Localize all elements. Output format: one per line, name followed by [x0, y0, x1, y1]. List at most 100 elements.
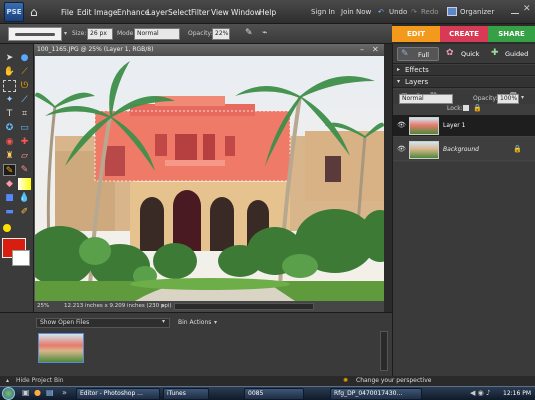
shape-tool-icon[interactable]: ■	[3, 192, 16, 204]
join-now-link[interactable]: Join Now	[341, 8, 371, 16]
edit-mode-guided-button[interactable]: ✚ Guided	[489, 47, 533, 61]
lock-all-icon[interactable]: 🔒	[473, 104, 482, 112]
explorer-icon[interactable]: ▤	[46, 388, 54, 397]
zoom-level[interactable]: 25%	[37, 301, 49, 312]
organizer-button[interactable]: Organizer	[460, 8, 494, 16]
doc-close-icon[interactable]: ✕	[372, 45, 379, 54]
paint-bucket-tool-icon[interactable]: ◆	[3, 178, 16, 190]
bin-actions-menu[interactable]: Bin Actions	[178, 319, 211, 326]
blur-tool-icon[interactable]: 💧	[18, 192, 31, 204]
red-eye-tool-icon[interactable]: ◉	[3, 136, 16, 148]
status-hint: Change your perspective	[356, 377, 432, 384]
start-button[interactable]	[2, 387, 15, 400]
background-color-swatch[interactable]	[12, 250, 30, 266]
taskbar-chevron-icon[interactable]: »	[62, 388, 67, 397]
lock-transparency-icon[interactable]	[463, 105, 469, 111]
brush-preset-picker[interactable]	[8, 27, 62, 41]
menu-image[interactable]: Image	[94, 8, 118, 17]
bin-source-dropdown-icon[interactable]: ▾	[162, 318, 165, 325]
tab-share[interactable]: SHARE	[488, 26, 535, 42]
crop-tool-icon[interactable]: ⌗	[18, 108, 31, 120]
sign-in-link[interactable]: Sign In	[311, 8, 335, 16]
eyedropper-tool-icon[interactable]: ⟋	[18, 66, 31, 78]
taskbar-item-document[interactable]: Rfg_DP_0470017430...	[330, 388, 422, 400]
straighten-tool-icon[interactable]: ▭	[18, 122, 31, 134]
menu-file[interactable]: File	[61, 8, 74, 17]
doc-minimize-icon[interactable]: –	[360, 45, 364, 54]
marquee-tool-icon[interactable]	[3, 80, 16, 92]
sponge-tool-icon[interactable]: ▬	[3, 206, 16, 218]
firefox-icon[interactable]: ●	[34, 388, 41, 397]
selection-brush-tool-icon[interactable]: ⟋	[18, 94, 31, 106]
effects-panel-header[interactable]: ▸ Effects	[393, 65, 535, 76]
mode-select[interactable]: Normal	[134, 28, 180, 40]
menu-help[interactable]: Help	[259, 8, 276, 17]
image-canvas[interactable]	[35, 56, 384, 301]
layer-name[interactable]: Background	[443, 146, 479, 153]
close-icon[interactable]: ✕	[523, 4, 531, 14]
bin-source-select[interactable]: Show Open Files	[36, 318, 170, 328]
taskbar-item-folder[interactable]: 0085	[244, 388, 304, 400]
organizer-icon[interactable]	[447, 7, 457, 16]
bin-thumbnail[interactable]	[38, 333, 84, 363]
lasso-tool-icon[interactable]: ᘎ	[18, 80, 31, 92]
eraser-tool-icon[interactable]: ▱	[18, 150, 31, 162]
magic-wand-tool-icon[interactable]: ✦	[3, 94, 16, 106]
menu-edit[interactable]: Edit	[77, 8, 92, 17]
layer-opacity-field[interactable]: 100%	[497, 94, 519, 104]
undo-button[interactable]: Undo	[389, 8, 407, 16]
opacity-dropdown-icon[interactable]: ▾	[521, 94, 524, 101]
show-desktop-icon[interactable]: ▣	[22, 388, 30, 397]
hide-bin-triangle-icon[interactable]: ▴	[6, 376, 9, 386]
menu-view[interactable]: View	[211, 8, 229, 17]
layer-row[interactable]: 👁 Background 🔒	[393, 139, 535, 161]
layer-row[interactable]: 👁 Layer 1	[393, 115, 535, 137]
layers-panel-header[interactable]: ▾ Layers	[393, 77, 535, 88]
zoom-tool-icon[interactable]: ●	[18, 52, 31, 64]
visibility-eye-icon[interactable]: 👁	[397, 121, 406, 129]
bin-scrollbar[interactable]	[380, 331, 388, 371]
pencil-tool-icon[interactable]: ✐	[18, 206, 31, 218]
tab-edit[interactable]: EDIT	[392, 26, 440, 42]
clock[interactable]: 12:16 PM	[503, 390, 531, 397]
tray-icons[interactable]: ◀ ◉ ♪	[470, 389, 490, 397]
cookie-cutter-tool-icon[interactable]: ✪	[3, 122, 16, 134]
home-icon[interactable]: ⌂	[30, 5, 44, 19]
bin-actions-dropdown-icon[interactable]: ▾	[214, 319, 217, 326]
type-tool-icon[interactable]: T	[3, 108, 16, 120]
taskbar-item-itunes[interactable]: iTunes	[163, 388, 209, 400]
visibility-eye-icon[interactable]: 👁	[397, 145, 406, 153]
tab-create[interactable]: CREATE	[440, 26, 488, 42]
airbrush-icon[interactable]: ✎	[245, 28, 253, 38]
minimize-icon[interactable]	[511, 6, 519, 14]
menu-select[interactable]: Select	[168, 8, 191, 17]
menu-filter[interactable]: Filter	[191, 8, 210, 17]
layer-name[interactable]: Layer 1	[443, 122, 465, 129]
smart-brush-tool-icon[interactable]: ✎	[18, 164, 31, 176]
clone-stamp-tool-icon[interactable]: ♜	[3, 150, 16, 162]
opacity-field[interactable]: 22%	[212, 28, 230, 40]
brush-tool-icon[interactable]: ✎	[3, 164, 16, 176]
redo-icon[interactable]: ↷	[411, 8, 417, 16]
redo-button[interactable]: Redo	[421, 8, 439, 16]
spot-healing-tool-icon[interactable]: ✚	[18, 136, 31, 148]
size-field[interactable]: 26 px	[87, 28, 113, 40]
hide-project-bin-link[interactable]: Hide Project Bin	[16, 376, 64, 386]
chevron-down-icon[interactable]: ▾	[64, 30, 67, 37]
status-arrow-icon[interactable]: ▸	[162, 301, 165, 312]
hand-tool-icon[interactable]: ✋	[3, 66, 16, 78]
edit-mode-quick-button[interactable]: ✿ Quick	[443, 47, 487, 61]
horizontal-scrollbar[interactable]	[174, 303, 314, 310]
blend-mode-select[interactable]: Normal	[399, 94, 453, 104]
layer-thumbnail	[409, 141, 439, 159]
taskbar-item-photoshop[interactable]: Editor - Photoshop ...	[76, 388, 160, 400]
move-tool-icon[interactable]: ➤	[3, 52, 16, 64]
gradient-tool-icon[interactable]	[18, 178, 31, 190]
undo-icon[interactable]: ↶	[378, 8, 384, 16]
villa-photo	[35, 56, 384, 301]
menu-layer[interactable]: Layer	[147, 8, 168, 17]
edit-mode-full-button[interactable]: ✎ Full	[397, 47, 439, 61]
tablet-options-icon[interactable]: ⌁	[262, 28, 267, 38]
menu-enhance[interactable]: Enhance	[117, 8, 149, 17]
menu-window[interactable]: Window	[231, 8, 261, 17]
